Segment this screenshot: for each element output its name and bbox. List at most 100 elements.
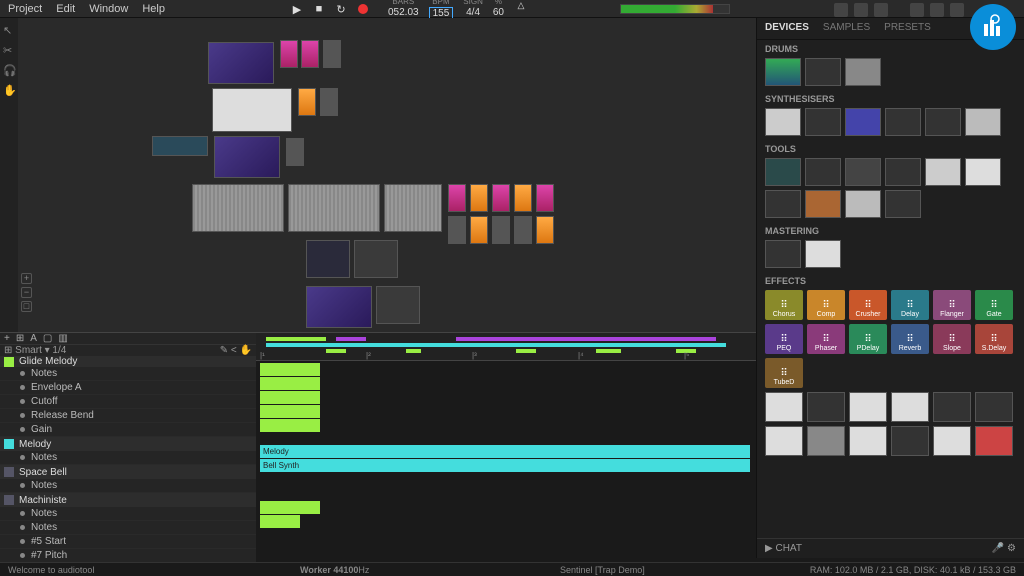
device-wave[interactable] — [376, 286, 420, 324]
add-track-icon[interactable]: + — [4, 333, 10, 344]
device-fx[interactable] — [492, 216, 510, 244]
track-param[interactable]: Cutoff — [0, 395, 256, 409]
clip[interactable] — [260, 515, 300, 528]
device-fx[interactable] — [492, 184, 510, 212]
zoom-in-button[interactable]: + — [21, 273, 32, 284]
tab-samples[interactable]: SAMPLES — [823, 22, 870, 35]
device-fx[interactable] — [301, 40, 319, 68]
fx-card[interactable]: ⠿S.Delay — [975, 324, 1013, 354]
device-drum[interactable] — [212, 88, 292, 132]
device-card[interactable] — [885, 108, 921, 136]
clip[interactable] — [260, 363, 320, 376]
zoom-out-button[interactable]: − — [21, 287, 32, 298]
record-button[interactable] — [356, 2, 370, 16]
tool-icon[interactable]: < — [231, 345, 237, 356]
device-fx[interactable] — [448, 184, 466, 212]
view3-icon[interactable] — [874, 3, 888, 17]
track-header[interactable]: Machiniste — [0, 493, 256, 507]
device-fx[interactable] — [448, 216, 466, 244]
device-output[interactable] — [306, 240, 350, 278]
tool-icon[interactable]: ✋ — [240, 345, 252, 356]
sequencer[interactable]: |¹ |² |³ |⁴ |⁵ Melody Bell Synth — [256, 333, 756, 562]
clip[interactable] — [260, 377, 320, 390]
device-card[interactable] — [765, 58, 801, 86]
chat-bar[interactable]: ▶ CHAT 🎤 ⚙ — [757, 538, 1024, 558]
fx-card[interactable]: ⠿Flanger — [933, 290, 971, 320]
view2-icon[interactable] — [854, 3, 868, 17]
device-card[interactable] — [933, 426, 971, 456]
device-mixer[interactable] — [288, 184, 380, 232]
clip[interactable] — [260, 419, 320, 432]
mic-icon[interactable] — [950, 3, 964, 17]
device-synth[interactable] — [306, 286, 372, 328]
track-param[interactable]: #7 Pitch — [0, 549, 256, 563]
pointer-tool-icon[interactable]: ↖ — [3, 24, 15, 36]
device-card[interactable] — [885, 158, 921, 186]
device-card[interactable] — [885, 190, 921, 218]
track-param[interactable]: Gain — [0, 423, 256, 437]
tool-icon[interactable]: ▥ — [58, 333, 67, 344]
device-fx[interactable] — [514, 216, 532, 244]
device-card[interactable] — [965, 108, 1001, 136]
device-card[interactable] — [965, 158, 1001, 186]
clip[interactable] — [260, 405, 320, 418]
device-card[interactable] — [765, 108, 801, 136]
fx-card[interactable]: ⠿Chorus — [765, 290, 803, 320]
device-fx[interactable] — [286, 138, 304, 166]
device-card[interactable] — [765, 158, 801, 186]
device-card[interactable] — [805, 158, 841, 186]
fx-card[interactable]: ⠿Reverb — [891, 324, 929, 354]
stop-button[interactable]: ■ — [312, 2, 326, 16]
device-fx[interactable] — [298, 88, 316, 116]
fx-card[interactable]: ⠿Phaser — [807, 324, 845, 354]
device-card[interactable] — [975, 426, 1013, 456]
headphone-icon[interactable]: 🎧 — [3, 64, 15, 76]
device-fx[interactable] — [280, 40, 298, 68]
tool-icon[interactable]: ⊞ — [16, 333, 24, 344]
device-card[interactable] — [845, 108, 881, 136]
device-card[interactable] — [805, 108, 841, 136]
device-synth[interactable] — [152, 136, 208, 156]
device-card[interactable] — [845, 158, 881, 186]
tool-icon[interactable]: ▢ — [43, 333, 52, 344]
loop-button[interactable]: ↻ — [334, 2, 348, 16]
play-button[interactable]: ▶ — [290, 2, 304, 16]
track-param[interactable]: Envelope A — [0, 381, 256, 395]
device-card[interactable] — [849, 426, 887, 456]
fx-card[interactable]: ⠿TubeD — [765, 358, 803, 388]
sign-value[interactable]: 4/4 — [466, 7, 480, 18]
app-logo[interactable] — [970, 4, 1016, 50]
cut-tool-icon[interactable]: ✂ — [3, 44, 15, 56]
share-icon[interactable] — [930, 3, 944, 17]
device-card[interactable] — [765, 426, 803, 456]
device-fx[interactable] — [536, 184, 554, 212]
device-synth[interactable] — [208, 42, 274, 84]
device-card[interactable] — [891, 426, 929, 456]
fx-card[interactable]: ⠿Slope — [933, 324, 971, 354]
timeline-ruler[interactable]: |¹ |² |³ |⁴ |⁵ — [256, 333, 756, 361]
device-card[interactable] — [849, 392, 887, 422]
device-card[interactable] — [845, 58, 881, 86]
device-fx[interactable] — [514, 184, 532, 212]
clip-melody[interactable]: Melody — [260, 445, 750, 458]
bars-value[interactable]: 052.03 — [388, 7, 419, 18]
device-card[interactable] — [805, 58, 841, 86]
track-param[interactable]: Notes — [0, 507, 256, 521]
device-card[interactable] — [805, 190, 841, 218]
device-mixer[interactable] — [384, 184, 442, 232]
tab-devices[interactable]: DEVICES — [765, 22, 809, 35]
device-fx[interactable] — [323, 40, 341, 68]
tab-presets[interactable]: PRESETS — [884, 22, 931, 35]
menu-edit[interactable]: Edit — [56, 3, 75, 15]
mic-icon[interactable]: 🎤 ⚙ — [992, 543, 1016, 554]
device-fx[interactable] — [470, 216, 488, 244]
clip-bellsynth[interactable]: Bell Synth — [260, 459, 750, 472]
fx-card[interactable]: ⠿Gate — [975, 290, 1013, 320]
pencil-icon[interactable]: ✎ — [220, 345, 228, 356]
fx-card[interactable]: ⠿Delay — [891, 290, 929, 320]
zoom-fit-button[interactable]: □ — [21, 301, 32, 312]
device-card[interactable] — [807, 392, 845, 422]
user-icon[interactable] — [910, 3, 924, 17]
tool-icon[interactable]: A — [30, 333, 37, 344]
device-card[interactable] — [765, 240, 801, 268]
